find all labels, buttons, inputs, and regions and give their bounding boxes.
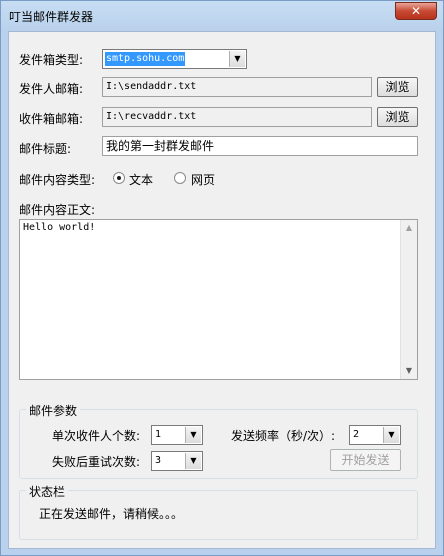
chevron-down-icon[interactable]: ▼: [229, 51, 245, 67]
frequency-value: 2: [353, 429, 360, 440]
frequency-label: 发送频率（秒/次）:: [231, 429, 336, 443]
per-batch-value: 1: [155, 429, 162, 440]
status-group: 状态栏 正在发送邮件，请稍候。。。: [19, 483, 418, 540]
sender-browse-button[interactable]: 浏览: [377, 77, 418, 97]
retry-label: 失败后重试次数:: [52, 455, 141, 469]
mailbox-type-label: 发件箱类型:: [19, 53, 84, 67]
sender-field[interactable]: I:\sendaddr.txt: [102, 77, 372, 97]
frequency-select[interactable]: 2 ▼: [349, 425, 401, 445]
close-icon: ✕: [410, 4, 422, 18]
subject-input[interactable]: 我的第一封群发邮件: [102, 136, 418, 156]
radio-selected-dot: [117, 176, 121, 180]
body-textarea[interactable]: Hello world! ▲ ▼: [19, 219, 418, 380]
radio-html-label[interactable]: 网页: [191, 171, 215, 188]
body-scrollbar[interactable]: ▲ ▼: [400, 220, 417, 379]
mailbox-type-value: smtp.sohu.com: [105, 52, 186, 66]
recipient-browse-button[interactable]: 浏览: [377, 107, 418, 127]
retry-value: 3: [155, 455, 162, 466]
body-label: 邮件内容正文:: [19, 203, 96, 217]
subject-label: 邮件标题:: [19, 142, 72, 156]
per-batch-label: 单次收件人个数:: [52, 429, 141, 443]
recipient-label: 收件箱邮箱:: [19, 112, 84, 126]
radio-text[interactable]: [113, 172, 125, 184]
status-legend: 状态栏: [26, 483, 69, 500]
params-legend: 邮件参数: [26, 402, 81, 419]
scroll-down-icon[interactable]: ▼: [401, 363, 417, 379]
client-area: 发件箱类型: smtp.sohu.com ▼ 发件人邮箱: I:\sendadd…: [8, 31, 436, 549]
close-button[interactable]: ✕: [395, 2, 437, 20]
radio-text-label[interactable]: 文本: [129, 171, 153, 188]
recipient-field[interactable]: I:\recvaddr.txt: [102, 107, 372, 127]
status-text: 正在发送邮件，请稍候。。。: [39, 507, 184, 521]
body-text: Hello world!: [23, 222, 96, 233]
app-window: 叮当邮件群发器 ✕ 发件箱类型: smtp.sohu.com ▼ 发件人邮箱: …: [0, 0, 444, 556]
per-batch-select[interactable]: 1 ▼: [151, 425, 203, 445]
scroll-up-icon[interactable]: ▲: [401, 220, 417, 236]
start-send-button[interactable]: 开始发送: [330, 449, 401, 471]
title-bar: 叮当邮件群发器 ✕: [1, 1, 443, 31]
sender-label: 发件人邮箱:: [19, 82, 84, 96]
window-title: 叮当邮件群发器: [9, 10, 94, 24]
retry-select[interactable]: 3 ▼: [151, 451, 203, 471]
radio-html[interactable]: [174, 172, 186, 184]
chevron-down-icon[interactable]: ▼: [185, 453, 201, 469]
mailbox-type-select[interactable]: smtp.sohu.com ▼: [102, 49, 247, 69]
content-type-label: 邮件内容类型:: [19, 173, 96, 187]
chevron-down-icon[interactable]: ▼: [383, 427, 399, 443]
chevron-down-icon[interactable]: ▼: [185, 427, 201, 443]
params-group: 邮件参数 单次收件人个数: 1 ▼ 发送频率（秒/次）: 2 ▼ 失败后重试次数…: [19, 402, 418, 479]
